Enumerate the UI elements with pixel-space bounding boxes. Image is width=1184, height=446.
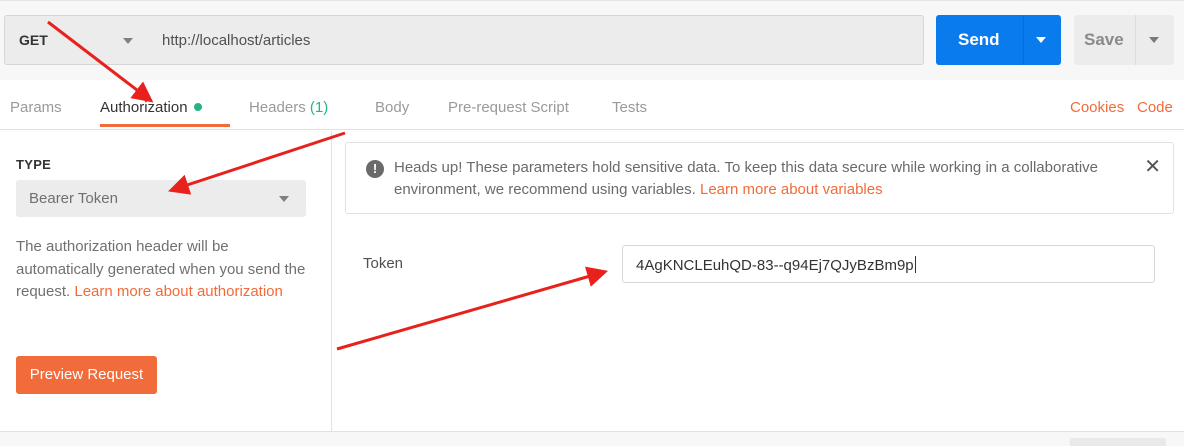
tab-params[interactable]: Params xyxy=(10,99,62,116)
notice-text: Heads up! These parameters hold sensitiv… xyxy=(394,157,1154,201)
chevron-down-icon[interactable] xyxy=(1036,37,1046,43)
cookies-link[interactable]: Cookies xyxy=(1070,99,1124,116)
auth-type-select[interactable]: Bearer Token xyxy=(16,180,306,217)
tab-pre-request-script[interactable]: Pre-request Script xyxy=(448,99,569,116)
tab-authorization-label: Authorization xyxy=(100,99,188,116)
headers-count: (1) xyxy=(309,99,329,116)
save-divider xyxy=(1135,15,1136,65)
tab-headers-label: Headers xyxy=(249,99,306,116)
sensitive-data-notice: ! Heads up! These parameters hold sensit… xyxy=(345,142,1174,214)
url-text: http://localhost/articles xyxy=(162,32,311,49)
method-select[interactable]: GET xyxy=(4,15,150,65)
auth-description: The authorization header will be automat… xyxy=(16,236,316,304)
send-label: Send xyxy=(958,30,1000,49)
tab-headers[interactable]: Headers (1) xyxy=(249,99,328,116)
type-label: TYPE xyxy=(16,157,52,172)
preview-request-button[interactable]: Preview Request xyxy=(16,356,157,394)
auth-type-value: Bearer Token xyxy=(29,190,118,207)
close-icon[interactable]: ✕ xyxy=(1144,157,1161,177)
token-input[interactable]: 4AgKNCLEuhQD-83--q94Ej7QJyBzBm9p xyxy=(622,245,1155,283)
annotation-arrow-to-token-input xyxy=(336,266,609,351)
chevron-down-icon[interactable] xyxy=(1149,37,1159,43)
save-label: Save xyxy=(1084,30,1124,49)
tab-authorization[interactable]: Authorization xyxy=(100,99,202,116)
bottom-button[interactable] xyxy=(1070,438,1166,446)
alert-icon: ! xyxy=(366,160,384,178)
chevron-down-icon xyxy=(279,196,289,202)
token-value-text: 4AgKNCLEuhQD-83--q94Ej7QJyBzBm9p xyxy=(636,257,914,274)
send-divider xyxy=(1023,15,1024,65)
tab-tests[interactable]: Tests xyxy=(612,99,647,116)
token-value: 4AgKNCLEuhQD-83--q94Ej7QJyBzBm9p xyxy=(636,256,916,274)
token-label: Token xyxy=(363,255,404,272)
code-link[interactable]: Code xyxy=(1137,99,1173,116)
url-input[interactable]: http://localhost/articles xyxy=(149,15,924,65)
send-button[interactable]: Send xyxy=(936,15,1061,65)
request-tabs: Params Authorization Headers (1) Body Pr… xyxy=(0,80,1184,130)
active-tab-indicator xyxy=(100,124,230,127)
method-label: GET xyxy=(19,32,48,48)
text-cursor xyxy=(914,256,916,273)
learn-more-authorization-link[interactable]: Learn more about authorization xyxy=(74,283,282,300)
save-button[interactable]: Save xyxy=(1074,15,1174,65)
learn-more-variables-link[interactable]: Learn more about variables xyxy=(700,181,883,198)
tab-body[interactable]: Body xyxy=(375,99,409,116)
chevron-down-icon xyxy=(123,38,133,44)
status-dot-icon xyxy=(193,103,202,111)
bottom-panel xyxy=(0,431,1184,446)
